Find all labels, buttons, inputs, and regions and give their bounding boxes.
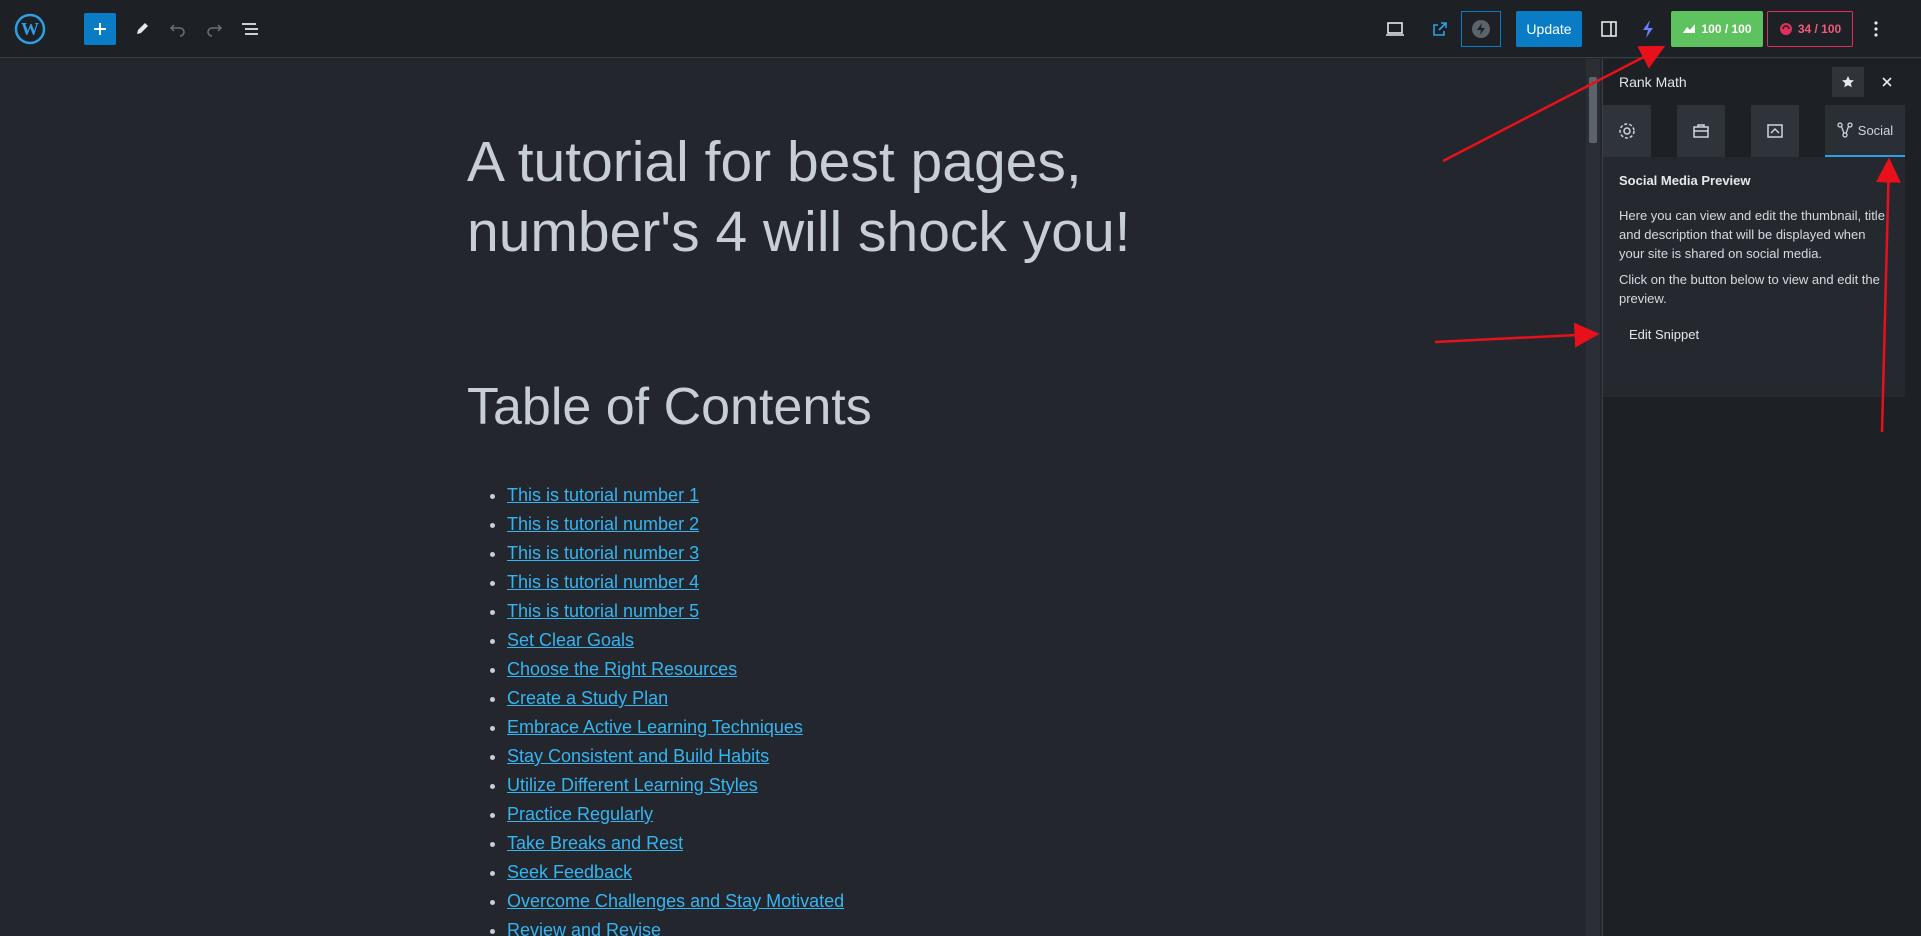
toc-list-item: Create a Study Plan	[507, 684, 844, 713]
tab-separator	[1799, 105, 1825, 157]
tab-social-label: Social	[1857, 122, 1894, 138]
toc-list-item: Review and Revise	[507, 916, 844, 936]
editor-toolbar: W Update 100 / 100 34 / 100	[0, 0, 1921, 58]
panel-heading: Social Media Preview	[1619, 173, 1751, 188]
options-button[interactable]	[1860, 13, 1892, 45]
svg-text:W: W	[21, 19, 39, 39]
toc-list-item: This is tutorial number 5	[507, 597, 844, 626]
performance-button[interactable]	[1461, 11, 1501, 47]
pin-button[interactable]	[1832, 67, 1864, 97]
preview-device-button[interactable]	[1379, 13, 1411, 45]
toc-link[interactable]: Embrace Active Learning Techniques	[507, 717, 803, 737]
toc-list-item: This is tutorial number 4	[507, 568, 844, 597]
edit-snippet-button[interactable]: Edit Snippet	[1629, 327, 1699, 342]
undo-icon	[169, 24, 185, 37]
briefcase-icon	[1693, 124, 1709, 138]
share-nodes-icon	[1837, 122, 1853, 138]
tab-social[interactable]: Social	[1825, 105, 1905, 157]
toc-link[interactable]: Choose the Right Resources	[507, 659, 737, 679]
toc-link[interactable]: Utilize Different Learning Styles	[507, 775, 758, 795]
toc-link[interactable]: This is tutorial number 4	[507, 572, 699, 592]
panel-description: Here you can view and edit the thumbnail…	[1619, 208, 1885, 261]
toc-link[interactable]: This is tutorial number 2	[507, 514, 699, 534]
plus-icon	[94, 23, 106, 35]
tab-general[interactable]	[1603, 105, 1651, 157]
toc-list-item: Utilize Different Learning Styles	[507, 771, 844, 800]
close-icon	[1882, 77, 1892, 87]
toc-list-item: Overcome Challenges and Stay Motivated	[507, 887, 844, 916]
toc-link[interactable]: Create a Study Plan	[507, 688, 668, 708]
snippet-icon	[1767, 124, 1783, 138]
tab-schema[interactable]	[1751, 105, 1799, 157]
redo-button[interactable]	[198, 13, 230, 45]
toc-list-item: Stay Consistent and Build Habits	[507, 742, 844, 771]
social-panel: Social Media Preview Here you can view a…	[1603, 157, 1905, 397]
toc-link[interactable]: Review and Revise	[507, 920, 661, 936]
toc-link[interactable]: Overcome Challenges and Stay Motivated	[507, 891, 844, 911]
sidebar-title: Rank Math	[1619, 74, 1687, 90]
toc-link[interactable]: Stay Consistent and Build Habits	[507, 746, 769, 766]
view-post-button[interactable]	[1424, 13, 1456, 45]
rank-math-sidebar: Rank Math Social Social Media Preview He…	[1602, 59, 1921, 936]
tab-advanced[interactable]	[1677, 105, 1725, 157]
lightning-button[interactable]	[1632, 13, 1664, 45]
toc-list-item: Embrace Active Learning Techniques	[507, 713, 844, 742]
readability-score-button[interactable]: 34 / 100	[1767, 11, 1853, 47]
settings-sidebar-toggle[interactable]	[1593, 13, 1625, 45]
toc-heading[interactable]: Table of Contents	[467, 377, 872, 437]
star-icon	[1842, 76, 1854, 88]
close-sidebar-button[interactable]	[1872, 67, 1902, 97]
toc-link[interactable]: Set Clear Goals	[507, 630, 634, 650]
desktop-preview-icon	[1386, 22, 1404, 36]
sidebar-header: Rank Math	[1603, 59, 1921, 105]
update-button[interactable]: Update	[1516, 11, 1582, 47]
toc-list-item: This is tutorial number 2	[507, 510, 844, 539]
pencil-icon	[137, 23, 148, 34]
toc-list-item: Choose the Right Resources	[507, 655, 844, 684]
toc-link[interactable]: Seek Feedback	[507, 862, 632, 882]
toc-list-item: Practice Regularly	[507, 800, 844, 829]
redo-icon	[207, 24, 223, 37]
toc-list: This is tutorial number 1 This is tutoria…	[507, 481, 844, 936]
sidebar-toggle-icon	[1601, 21, 1617, 37]
toc-link[interactable]: This is tutorial number 5	[507, 601, 699, 621]
toc-link[interactable]: This is tutorial number 1	[507, 485, 699, 505]
panel-instruction: Click on the button below to view and ed…	[1619, 272, 1880, 306]
toc-list-item: Set Clear Goals	[507, 626, 844, 655]
toc-link[interactable]: This is tutorial number 3	[507, 543, 699, 563]
gear-icon	[1619, 123, 1635, 139]
seo-score-value: 100 / 100	[1701, 22, 1752, 36]
post-title[interactable]: A tutorial for best pages, number's 4 wi…	[467, 127, 1147, 267]
toc-link[interactable]: Practice Regularly	[507, 804, 653, 824]
toc-list-item: Seek Feedback	[507, 858, 844, 887]
undo-button[interactable]	[162, 13, 194, 45]
toc-list-item: Take Breaks and Rest	[507, 829, 844, 858]
external-link-icon	[1433, 22, 1447, 36]
canvas-scrollbar[interactable]	[1586, 59, 1600, 936]
readability-icon	[1779, 23, 1792, 35]
list-view-icon	[242, 23, 258, 35]
seo-score-button[interactable]: 100 / 100	[1671, 11, 1763, 47]
editor-canvas[interactable]: A tutorial for best pages, number's 4 wi…	[0, 59, 1586, 936]
readability-score-value: 34 / 100	[1797, 22, 1842, 36]
bolt-circle-icon	[1472, 20, 1490, 38]
wordpress-logo-icon[interactable]: W	[0, 0, 60, 58]
tab-separator	[1725, 105, 1751, 157]
list-view-button[interactable]	[234, 13, 266, 45]
toc-list-item: This is tutorial number 3	[507, 539, 844, 568]
more-vertical-icon	[1874, 21, 1878, 37]
toc-list-item: This is tutorial number 1	[507, 481, 844, 510]
add-block-button[interactable]	[84, 13, 116, 45]
tab-separator	[1651, 105, 1677, 157]
tools-button[interactable]	[126, 13, 158, 45]
sidebar-tabs: Social	[1603, 105, 1905, 157]
score-icon	[1683, 24, 1696, 33]
lightning-icon	[1643, 20, 1653, 38]
scrollbar-thumb[interactable]	[1589, 77, 1597, 143]
toc-link[interactable]: Take Breaks and Rest	[507, 833, 683, 853]
